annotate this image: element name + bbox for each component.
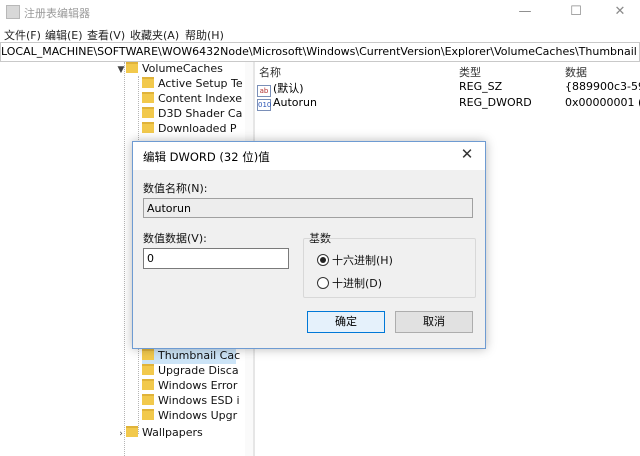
folder-icon <box>142 409 154 420</box>
value-name-field: Autorun <box>143 198 473 218</box>
folder-icon <box>142 349 154 360</box>
folder-icon <box>142 379 154 390</box>
tree-item-volumecaches[interactable]: ▼ VolumeCaches <box>116 62 223 77</box>
maximize-button[interactable]: ☐ <box>553 2 599 22</box>
folder-icon <box>142 122 154 133</box>
cancel-button[interactable]: 取消 <box>395 311 473 333</box>
value-row[interactable]: ab (默认) <box>257 80 304 97</box>
tree-item-selected[interactable]: Thumbnail Cac <box>142 349 240 364</box>
value-type: REG_SZ <box>459 80 503 93</box>
radio-unselected-icon <box>317 277 329 289</box>
edit-dword-dialog: 编辑 DWORD (32 位)值 ✕ 数值名称(N): Autorun 数值数据… <box>132 141 486 349</box>
tree-item[interactable]: Windows Upgr <box>142 409 237 424</box>
column-header-type[interactable]: 类型 <box>459 64 481 80</box>
dialog-close-button[interactable]: ✕ <box>457 145 477 163</box>
tree-item-wallpapers[interactable]: › Wallpapers <box>116 426 203 441</box>
value-name-label: 数值名称(N): <box>143 182 208 195</box>
menu-favorites[interactable]: 收藏夹(A) <box>130 27 179 43</box>
radio-selected-icon <box>317 254 329 266</box>
dialog-title: 编辑 DWORD (32 位)值 <box>143 150 270 164</box>
value-name: (默认) <box>273 82 304 95</box>
chevron-down-icon[interactable]: ▼ <box>116 65 126 75</box>
value-name: Autorun <box>273 96 318 109</box>
tree-item[interactable]: Upgrade Disca <box>142 364 239 379</box>
ok-button[interactable]: 确定 <box>307 311 385 333</box>
menu-view[interactable]: 查看(V) <box>87 27 125 43</box>
value-type: REG_DWORD <box>459 96 532 109</box>
tree-item[interactable]: Windows ESD i <box>142 394 240 409</box>
radio-decimal[interactable]: 十进制(D) <box>317 275 382 291</box>
value-data-label: 数值数据(V): <box>143 232 207 245</box>
value-data-input[interactable]: 0 <box>143 248 289 269</box>
tree-item[interactable]: Windows Error <box>142 379 237 394</box>
menu-help[interactable]: 帮助(H) <box>185 27 224 43</box>
minimize-button[interactable]: — <box>502 2 548 22</box>
address-bar[interactable]: LOCAL_MACHINE\SOFTWARE\WOW6432Node\Micro… <box>0 42 640 62</box>
folder-icon <box>142 364 154 375</box>
radio-hex[interactable]: 十六进制(H) <box>317 252 393 268</box>
chevron-right-icon[interactable]: › <box>116 429 126 439</box>
column-header-name[interactable]: 名称 <box>259 64 281 80</box>
folder-icon <box>142 394 154 405</box>
value-row[interactable]: 010 Autorun <box>257 96 317 112</box>
folder-icon <box>126 426 138 437</box>
folder-icon <box>142 77 154 88</box>
menu-file[interactable]: 文件(F) <box>4 27 41 43</box>
folder-icon <box>142 107 154 118</box>
value-data: {889900c3-59 <box>565 80 640 93</box>
value-data: 0x00000001 (1 <box>565 96 640 109</box>
tree-item[interactable]: Content Indexe <box>142 92 242 107</box>
close-button[interactable]: ✕ <box>597 2 640 22</box>
tree-item[interactable]: D3D Shader Ca <box>142 107 242 122</box>
regedit-app-icon <box>6 5 20 19</box>
window-title: 注册表编辑器 <box>24 7 90 20</box>
tree-item[interactable]: Active Setup Te <box>142 77 243 92</box>
column-header-data[interactable]: 数据 <box>565 64 587 80</box>
folder-icon <box>142 92 154 103</box>
tree-item[interactable]: Downloaded P <box>142 122 237 137</box>
menu-edit[interactable]: 编辑(E) <box>45 27 83 43</box>
folder-icon <box>126 62 138 73</box>
dword-value-icon: 010 <box>257 99 272 111</box>
tree-guide-line <box>124 62 125 456</box>
